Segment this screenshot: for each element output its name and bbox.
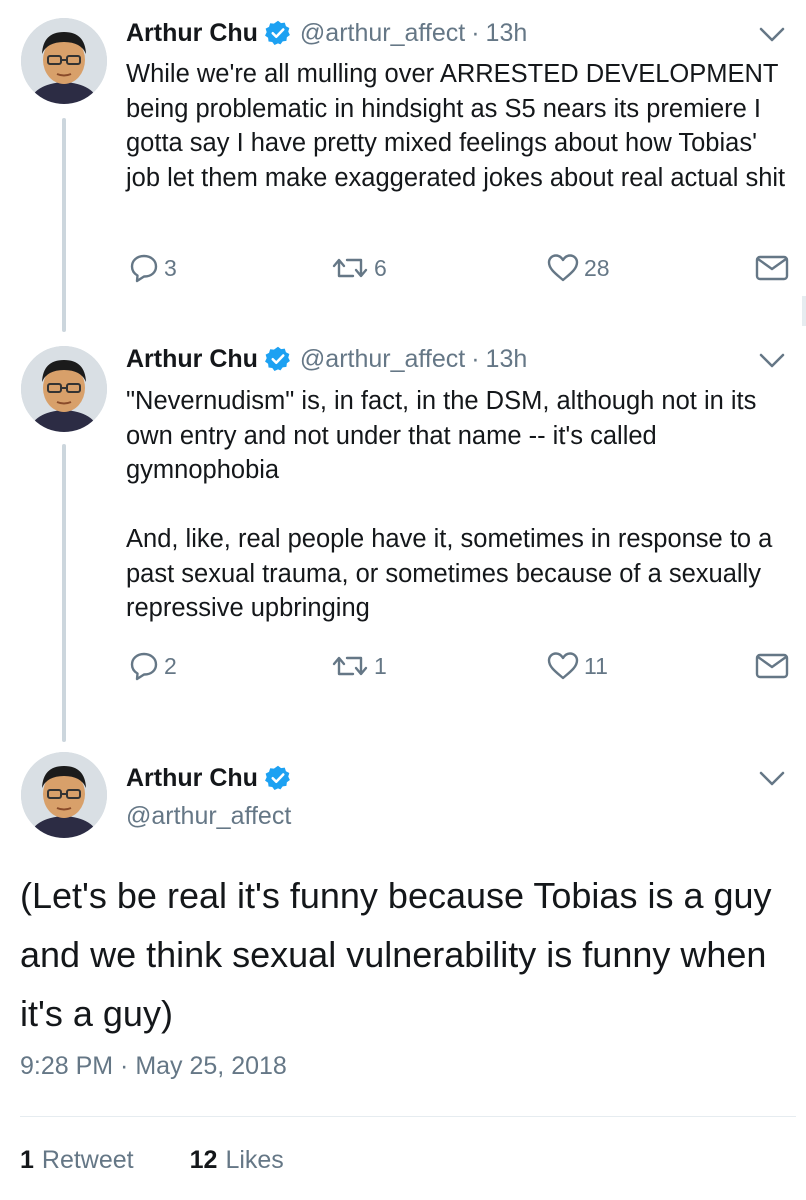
main-author-row: Arthur Chu [126, 760, 292, 796]
reply-button[interactable]: 3 [128, 248, 177, 288]
avatar-image [21, 346, 107, 432]
display-name[interactable]: Arthur Chu [126, 19, 258, 48]
retweet-button[interactable]: 6 [330, 248, 387, 288]
tweet-actions: 2 1 11 [126, 646, 792, 686]
display-name[interactable]: Arthur Chu [126, 345, 258, 374]
verified-badge-icon [264, 20, 290, 46]
divider [20, 1116, 796, 1117]
retweet-button[interactable]: 1 [330, 646, 387, 686]
retweet-stat-count: 1 [20, 1146, 34, 1174]
handle[interactable]: @arthur_affect [300, 19, 465, 48]
like-button[interactable]: 11 [546, 646, 608, 686]
reply-count: 2 [164, 652, 177, 679]
chevron-down-icon[interactable] [757, 348, 787, 372]
scrollbar[interactable] [802, 296, 806, 326]
handle[interactable]: @arthur_affect [126, 798, 292, 834]
reply-count: 3 [164, 254, 177, 281]
tweet-stats: 1 Retweet 12 Likes [20, 1146, 340, 1175]
verified-badge-icon [264, 346, 290, 372]
retweet-count: 6 [374, 254, 387, 281]
tweet-actions: 3 6 28 [126, 248, 792, 288]
direct-message-icon [755, 255, 789, 281]
retweet-stat[interactable]: 1 Retweet [20, 1146, 134, 1175]
tweet-time[interactable]: 13h [486, 345, 528, 374]
like-stat-label: Likes [225, 1146, 284, 1174]
retweet-count: 1 [374, 652, 387, 679]
like-count: 28 [584, 254, 610, 281]
like-button[interactable]: 28 [546, 248, 610, 288]
tweet-text: While we're all mulling over ARRESTED DE… [126, 57, 786, 195]
tweet-timestamp[interactable]: 9:28 PM · May 25, 2018 [20, 1052, 287, 1081]
like-stat[interactable]: 12 Likes [190, 1146, 284, 1175]
reply-button[interactable]: 2 [128, 646, 177, 686]
display-name[interactable]: Arthur Chu [126, 764, 258, 793]
direct-message-icon [755, 653, 789, 679]
like-icon [547, 652, 579, 680]
direct-message-button[interactable] [754, 248, 790, 288]
avatar[interactable] [21, 18, 107, 104]
tweet-time[interactable]: 13h [486, 19, 528, 48]
avatar-image [21, 18, 107, 104]
thread-line [62, 118, 66, 332]
tweet-header: Arthur Chu @arthur_affect · 13h [126, 13, 527, 53]
retweet-stat-label: Retweet [41, 1146, 134, 1174]
like-stat-count: 12 [189, 1146, 218, 1174]
chevron-down-icon[interactable] [757, 22, 787, 46]
like-icon [547, 254, 579, 282]
tweet-paragraph: And, like, real people have it, sometime… [126, 525, 773, 622]
main-tweet-text: (Let's be real it's funny because Tobias… [20, 875, 772, 1034]
separator-dot: · [471, 18, 480, 47]
separator-dot: · [471, 344, 480, 373]
chevron-down-icon[interactable] [757, 766, 787, 790]
direct-message-button[interactable] [754, 646, 790, 686]
avatar[interactable] [21, 752, 107, 838]
reply-icon [130, 254, 158, 283]
handle[interactable]: @arthur_affect [300, 345, 465, 374]
avatar[interactable] [21, 346, 107, 432]
tweet-paragraph: While we're all mulling over ARRESTED DE… [126, 60, 786, 192]
reply-icon [130, 652, 158, 681]
tweet-text: "Nevernudism" is, in fact, in the DSM, a… [126, 384, 786, 626]
tweet-header: Arthur Chu @arthur_affect · 13h [126, 339, 527, 379]
verified-badge-icon [264, 765, 290, 791]
main-tweet-header: Arthur Chu @arthur_affect [126, 760, 292, 834]
thread-line [62, 444, 66, 742]
avatar-image [21, 752, 107, 838]
retweet-icon [332, 258, 368, 278]
retweet-icon [332, 656, 368, 676]
like-count: 11 [584, 652, 608, 679]
tweet-paragraph: "Nevernudism" is, in fact, in the DSM, a… [126, 387, 757, 484]
